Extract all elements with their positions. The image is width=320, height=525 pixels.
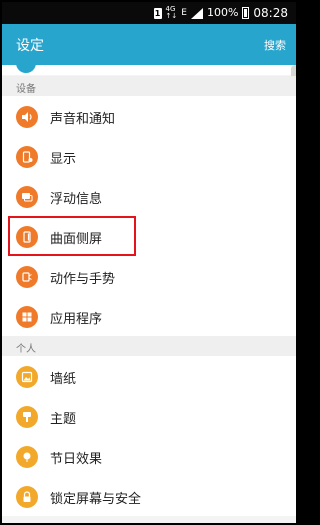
list-item-theme[interactable]: 主题	[2, 396, 296, 436]
network-activity: ↑↓	[165, 12, 178, 20]
list-item-apps[interactable]: 应用程序	[2, 296, 296, 336]
signal-type: E	[181, 8, 187, 18]
list-item-label: 动作与手势	[50, 272, 116, 287]
highlight-box	[8, 216, 136, 256]
wallpaper-icon	[16, 366, 38, 388]
list-item-label: 主题	[50, 412, 77, 427]
list-item-festival-effects[interactable]: 节日效果	[2, 436, 296, 476]
status-icons: 1 4G ↑↓ E 100% 08:28	[153, 6, 288, 20]
festival-icon	[16, 446, 38, 468]
display-icon	[16, 146, 38, 168]
list-item-sound[interactable]: 声音和通知	[2, 96, 296, 136]
app-bar: 设定 搜索	[2, 24, 296, 65]
section-title: 个人	[16, 344, 36, 355]
battery-percent: 100%	[206, 6, 239, 19]
signal-icon	[190, 7, 203, 19]
status-bar: 1 4G ↑↓ E 100% 08:28	[2, 2, 296, 24]
list-item-floating-message[interactable]: 浮动信息	[2, 176, 296, 216]
gesture-icon	[16, 266, 38, 288]
list-item-wallpaper[interactable]: 墙纸	[2, 356, 296, 396]
section-title: 设备	[16, 84, 36, 95]
phone-frame: 1 4G ↑↓ E 100% 08:28 设定 搜索 设备 声音和通知 显示 浮…	[0, 0, 298, 525]
network-icon: 4G ↑↓	[166, 6, 178, 20]
list-item-label: 节日效果	[50, 452, 103, 467]
search-button[interactable]: 搜索	[264, 37, 286, 53]
section-header-personal: 个人	[2, 336, 296, 356]
clock: 08:28	[253, 6, 288, 20]
list-item-label: 墙纸	[50, 372, 77, 387]
list-item-display[interactable]: 显示	[2, 136, 296, 176]
theme-icon	[16, 406, 38, 428]
list-item-label: 锁定屏幕与安全	[50, 492, 142, 507]
lock-icon	[16, 486, 38, 508]
list-item-partial[interactable]	[2, 65, 296, 75]
speaker-icon	[16, 106, 38, 128]
list-item-label: 声音和通知	[50, 112, 116, 127]
apps-icon	[16, 306, 38, 328]
list-item-label: 显示	[50, 152, 77, 167]
list-item-lock-screen[interactable]: 锁定屏幕与安全	[2, 476, 296, 516]
list-item-label: 应用程序	[50, 312, 103, 327]
message-icon	[16, 186, 38, 208]
page-title: 设定	[16, 38, 44, 54]
screen: 1 4G ↑↓ E 100% 08:28 设定 搜索 设备 声音和通知 显示 浮…	[2, 2, 296, 523]
sim-icon: 1	[153, 7, 162, 19]
battery-icon	[242, 7, 250, 19]
section-header-device: 设备	[2, 76, 296, 96]
list-item-label: 浮动信息	[50, 192, 103, 207]
list-item-motion-gestures[interactable]: 动作与手势	[2, 256, 296, 296]
